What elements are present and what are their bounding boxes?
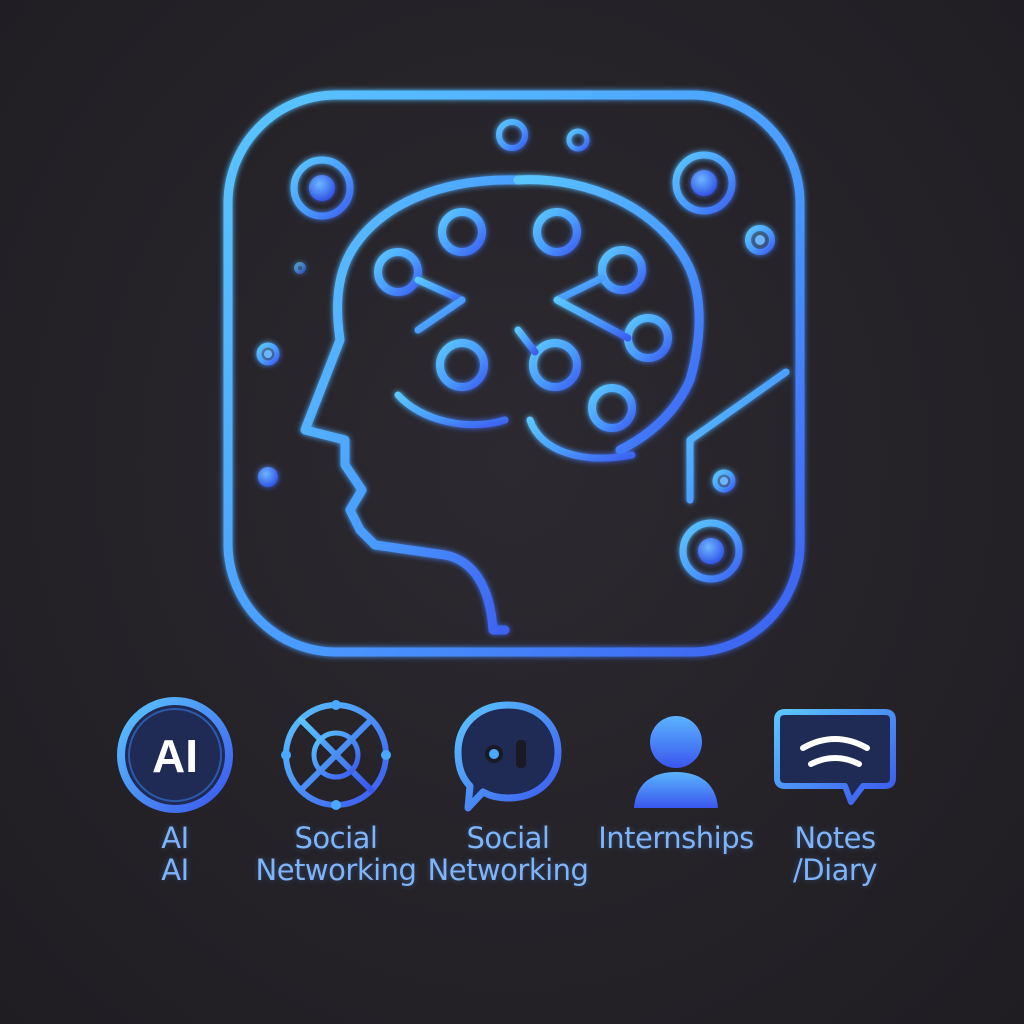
feature-social-networking-2[interactable]: Social Networking <box>418 690 598 900</box>
feature-notes-label-1: Notes <box>794 821 876 855</box>
person-icon <box>634 716 718 808</box>
ai-badge-text: AI <box>152 730 198 782</box>
feature-ai-label-1: AI <box>161 821 189 855</box>
feature-ai-label-2: AI <box>161 853 189 887</box>
feature-internships[interactable]: Internships <box>586 690 766 900</box>
feature-notes-diary[interactable]: Notes /Diary <box>745 690 925 900</box>
ai-badge-icon: AI <box>117 697 233 813</box>
feature-social-1-label-1: Social <box>294 821 378 855</box>
ai-brain-circuit-logo <box>223 90 805 657</box>
feature-ai[interactable]: AI AI AI <box>85 690 265 900</box>
feature-internships-label: Internships <box>598 821 754 855</box>
feature-social-2-label-2: Networking <box>427 853 589 887</box>
feature-social-1-label-2: Networking <box>255 853 417 887</box>
feature-social-networking-1[interactable]: Social Networking <box>246 690 426 900</box>
chat-bubble-icon <box>454 701 562 812</box>
feature-notes-label-2: /Diary <box>792 853 878 887</box>
network-wheel-icon <box>281 700 391 810</box>
message-wave-icon <box>774 709 896 805</box>
feature-social-2-label-1: Social <box>466 821 550 855</box>
